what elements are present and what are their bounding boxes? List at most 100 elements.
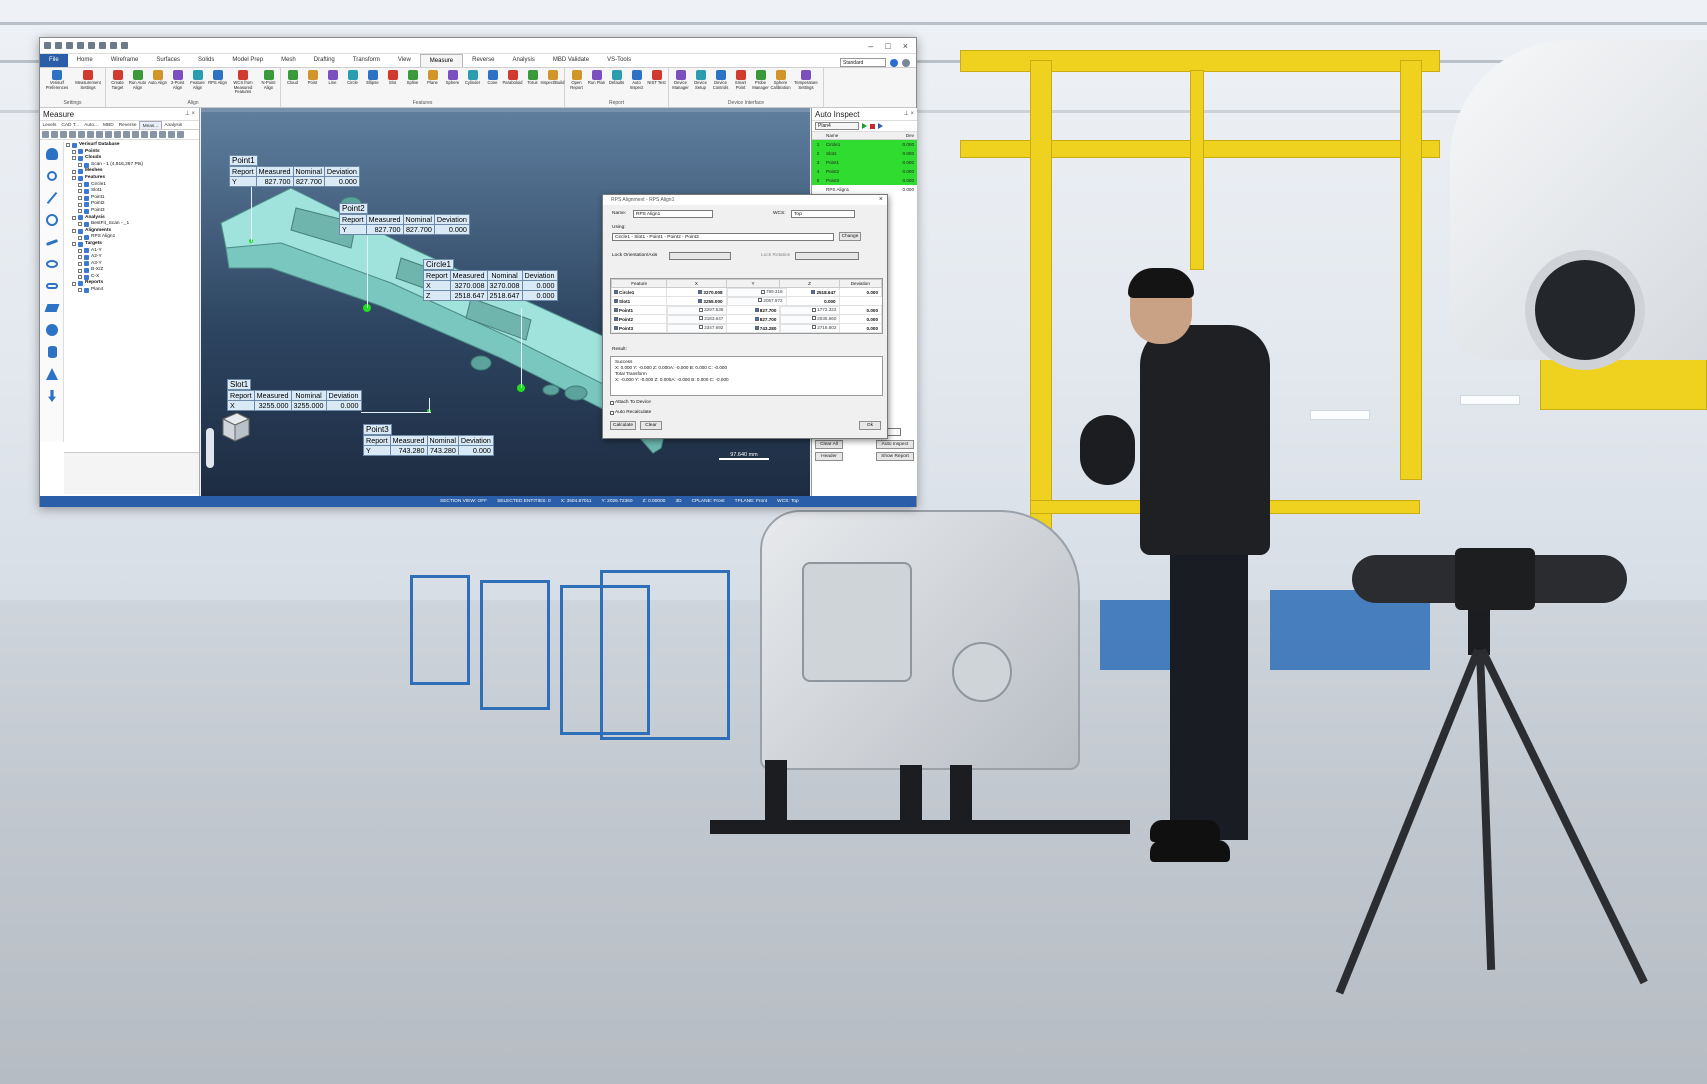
- tree-item[interactable]: A2-Y: [66, 254, 198, 261]
- alignment-row[interactable]: Point1 3297.536 827.700 1772.322 0.000: [610, 305, 883, 315]
- axis-lock-checkbox[interactable]: [699, 325, 704, 330]
- ribbon-button[interactable]: Create Target: [108, 70, 127, 99]
- print-icon[interactable]: [88, 42, 95, 49]
- tree-tool-icon[interactable]: [168, 131, 175, 138]
- tab-wireframe[interactable]: Wireframe: [102, 54, 148, 67]
- status-cplane[interactable]: CPLANE: Front: [692, 499, 725, 504]
- plan-dropdown[interactable]: Plan4: [815, 122, 859, 130]
- auto-inspect-button[interactable]: Auto Inspect: [876, 440, 914, 449]
- tree-checkbox[interactable]: [72, 229, 76, 234]
- axis-lock-checkbox[interactable]: [812, 307, 817, 312]
- tab-levels[interactable]: Levels: [40, 121, 59, 129]
- tree-item[interactable]: Targets: [66, 241, 198, 248]
- tab-model-prep[interactable]: Model Prep: [223, 54, 272, 67]
- tab-auto[interactable]: Auto...: [82, 121, 101, 129]
- ribbon-button[interactable]: Torus: [523, 70, 542, 99]
- tree-checkbox[interactable]: [78, 275, 82, 280]
- tree-checkbox[interactable]: [72, 281, 76, 286]
- tree-tool-icon[interactable]: [60, 131, 67, 138]
- minimize-icon[interactable]: –: [868, 41, 873, 51]
- calculate-button[interactable]: Calculate: [610, 421, 636, 430]
- axis-lock-checkbox[interactable]: [758, 298, 763, 303]
- ribbon-button[interactable]: Line: [323, 70, 342, 99]
- ribbon-button[interactable]: WCS from Measured Features: [228, 70, 258, 99]
- tab-reverse-panel[interactable]: Reverse: [116, 121, 139, 129]
- wcs-dropdown[interactable]: Top: [791, 210, 855, 218]
- status-tplane[interactable]: TPLANE: Front: [735, 499, 768, 504]
- alignment-row[interactable]: Point3 3347.692 743.280 2716.602 0.000: [610, 323, 883, 333]
- ribbon-button[interactable]: Device Manager: [671, 70, 690, 99]
- tab-vs-tools[interactable]: VS-Tools: [598, 54, 640, 67]
- tree-checkbox[interactable]: [78, 255, 82, 260]
- tree-tool-icon[interactable]: [114, 131, 121, 138]
- settings-icon[interactable]: [902, 58, 910, 67]
- undo-icon[interactable]: [99, 42, 106, 49]
- inspect-row[interactable]: 1 Circle1 0.000: [812, 140, 917, 149]
- axis-lock-checkbox[interactable]: [614, 308, 618, 313]
- tree-checkbox[interactable]: [78, 196, 82, 201]
- open-icon[interactable]: [55, 42, 62, 49]
- tree-item[interactable]: Meshes: [66, 168, 198, 175]
- plane-icon[interactable]: [44, 300, 60, 316]
- ribbon-button[interactable]: NIST Test: [647, 70, 666, 99]
- tree-checkbox[interactable]: [72, 215, 76, 220]
- tree-item[interactable]: Point3: [66, 208, 198, 215]
- tree-checkbox[interactable]: [78, 248, 82, 253]
- tab-measure-panel[interactable]: Meas...: [139, 121, 162, 129]
- tree-checkbox[interactable]: [78, 235, 82, 240]
- inspect-row[interactable]: 5 Point3 0.000: [812, 176, 917, 185]
- tree-item[interactable]: Clouds: [66, 155, 198, 162]
- lock-rotation-dropdown[interactable]: [795, 252, 859, 260]
- ribbon-button[interactable]: Auto Inspect: [627, 70, 646, 99]
- close-icon[interactable]: ×: [903, 41, 908, 51]
- ribbon-button[interactable]: Cone: [483, 70, 502, 99]
- tab-surfaces[interactable]: Surfaces: [147, 54, 189, 67]
- axis-lock-checkbox[interactable]: [614, 290, 618, 295]
- axis-lock-checkbox[interactable]: [614, 326, 618, 331]
- tree-item[interactable]: A3-Y: [66, 261, 198, 268]
- tree-checkbox[interactable]: [72, 242, 76, 247]
- tree-tool-icon[interactable]: [132, 131, 139, 138]
- axis-lock-checkbox[interactable]: [754, 308, 759, 313]
- tab-drafting[interactable]: Drafting: [305, 54, 344, 67]
- show-report-button[interactable]: Show Report: [876, 452, 914, 461]
- attach-device-checkbox[interactable]: [610, 400, 614, 405]
- axis-lock-checkbox[interactable]: [698, 299, 703, 304]
- status-mode[interactable]: 3D: [675, 499, 681, 504]
- tree-tool-icon[interactable]: [141, 131, 148, 138]
- tree-tool-icon[interactable]: [177, 131, 184, 138]
- slot-icon[interactable]: [44, 278, 60, 294]
- spline-icon[interactable]: [44, 234, 60, 250]
- ribbon-button[interactable]: Open Report: [567, 70, 586, 99]
- axis-lock-checkbox[interactable]: [811, 290, 816, 295]
- tab-file[interactable]: File: [40, 54, 68, 67]
- ribbon-button[interactable]: Probe Manager: [751, 70, 770, 99]
- point-icon[interactable]: [44, 168, 60, 184]
- tree-item[interactable]: Reports: [66, 280, 198, 287]
- ribbon-button[interactable]: RPS Align: [208, 70, 227, 99]
- tab-analysis[interactable]: Analysis: [503, 54, 543, 67]
- tree-item[interactable]: Point2: [66, 201, 198, 208]
- alignment-row[interactable]: Circle1 3270.008 799.318 2518.647 0.000: [610, 287, 883, 297]
- tree-checkbox[interactable]: [72, 149, 76, 154]
- callout-circle1[interactable]: Circle1 Report Measured Nominal Deviation X…: [423, 259, 558, 301]
- tree-tool-icon[interactable]: [96, 131, 103, 138]
- tree-item[interactable]: Verisurf Database: [66, 142, 198, 149]
- tree-checkbox[interactable]: [78, 182, 82, 187]
- tree-checkbox[interactable]: [78, 189, 82, 194]
- tab-mbd-validate[interactable]: MBD Validate: [544, 54, 598, 67]
- view-cube[interactable]: [215, 405, 255, 445]
- ribbon-button[interactable]: Device Setup: [691, 70, 710, 99]
- ribbon-button[interactable]: Smart Point: [731, 70, 750, 99]
- tree-item[interactable]: RPS Align1: [66, 234, 198, 241]
- tree-checkbox[interactable]: [66, 143, 70, 148]
- tree-item[interactable]: BestFit_Scan - _1: [66, 221, 198, 228]
- header-button[interactable]: Header: [815, 452, 843, 461]
- panel-pin-icon[interactable]: ⊥ ×: [904, 108, 914, 121]
- inspect-build-icon[interactable]: [44, 388, 60, 404]
- using-input[interactable]: Circle1 - Slot1 - Point1 - Point2 - Poin…: [612, 233, 834, 241]
- tree-item[interactable]: A1-Y: [66, 248, 198, 255]
- ok-button[interactable]: Ok: [859, 421, 881, 430]
- ribbon-button[interactable]: Point: [303, 70, 322, 99]
- tab-reverse[interactable]: Reverse: [463, 54, 503, 67]
